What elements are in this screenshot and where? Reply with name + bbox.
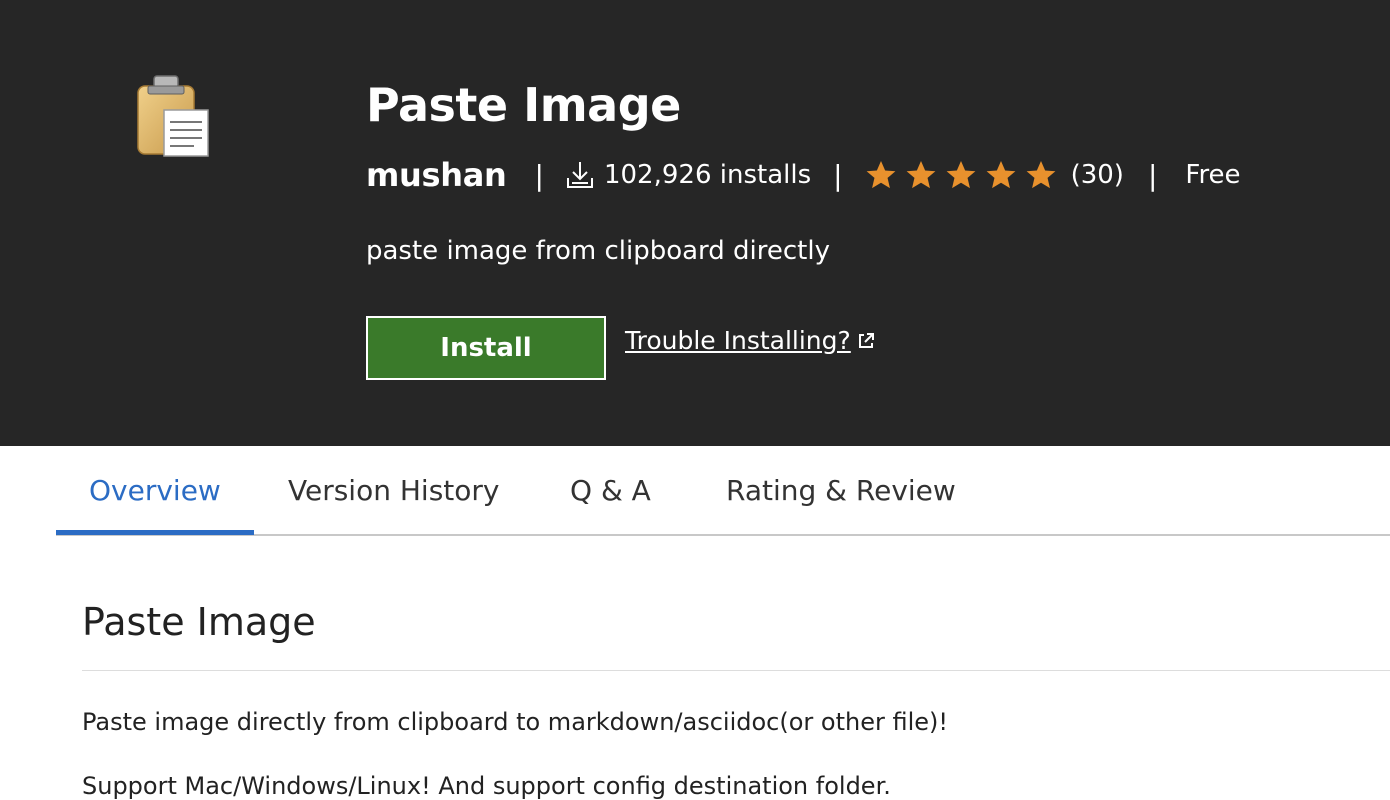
star-icon	[866, 161, 895, 189]
extension-header: Paste Image mushan | 102,926 installs | …	[0, 0, 1390, 446]
heading-divider	[82, 670, 1390, 671]
publisher-name[interactable]: mushan	[366, 156, 507, 194]
install-count: 102,926 installs	[566, 160, 811, 190]
install-count-text: 102,926 installs	[603, 160, 812, 190]
price-label: Free	[1185, 160, 1241, 190]
download-icon	[566, 162, 593, 188]
star-icon	[986, 161, 1015, 189]
overview-paragraph: Paste image directly from clipboard to m…	[82, 708, 949, 736]
tab-q-and-a[interactable]: Q & A	[570, 474, 651, 507]
rating-stars[interactable]	[865, 159, 1065, 191]
star-icon	[906, 161, 935, 189]
star-icon	[1026, 161, 1055, 189]
external-link-icon	[858, 332, 874, 348]
active-tab-indicator	[56, 530, 254, 535]
trouble-installing-link[interactable]: Trouble Installing?	[625, 326, 875, 355]
overview-heading: Paste Image	[82, 600, 316, 644]
extension-meta: mushan | 102,926 installs | (30) | Free	[366, 150, 1241, 200]
meta-separator: |	[833, 158, 843, 192]
tab-version-history[interactable]: Version History	[288, 474, 499, 507]
rating-count[interactable]: (30)	[1071, 160, 1124, 190]
meta-separator: |	[1147, 158, 1158, 192]
tab-bar: Overview Version History Q & A Rating & …	[56, 446, 1390, 536]
trouble-installing-label: Trouble Installing?	[625, 326, 851, 355]
overview-next-line: Support Mac/Windows/Linux! And support c…	[82, 772, 891, 800]
extension-title: Paste Image	[366, 78, 681, 132]
clipboard-icon	[137, 75, 209, 157]
short-description: paste image from clipboard directly	[366, 236, 830, 266]
tab-rating-review[interactable]: Rating & Review	[726, 474, 956, 507]
tab-overview[interactable]: Overview	[89, 474, 221, 507]
star-icon	[946, 161, 975, 189]
meta-separator: |	[534, 158, 544, 192]
install-button[interactable]: Install	[366, 316, 606, 380]
